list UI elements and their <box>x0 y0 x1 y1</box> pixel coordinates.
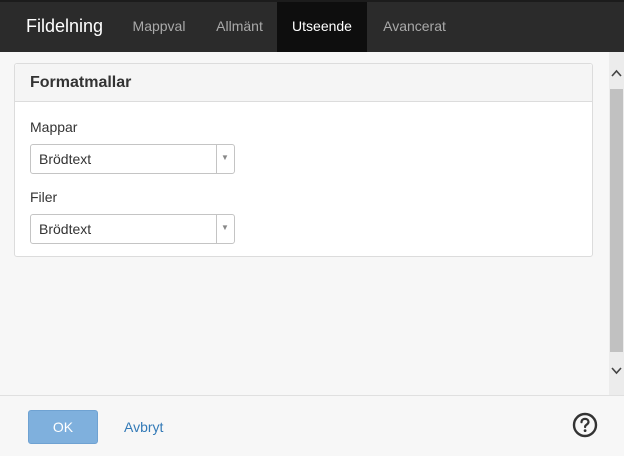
scrollbar-thumb[interactable] <box>610 89 623 352</box>
filer-select-value: Brödtext <box>39 221 92 237</box>
top-navigation-bar: Fildelning Mappval Allmänt Utseende Avan… <box>0 0 624 52</box>
mappar-label: Mappar <box>30 119 78 135</box>
chevron-down-icon: ▼ <box>221 153 229 162</box>
chevron-down-icon: ▼ <box>221 223 229 232</box>
tab-utseende[interactable]: Utseende <box>277 2 367 52</box>
app-title: Fildelning <box>26 16 104 36</box>
vertical-scrollbar[interactable] <box>609 52 624 395</box>
panel-title: Formatmallar <box>30 74 132 91</box>
filer-select[interactable]: Brödtext ▼ <box>30 214 235 244</box>
question-circle-icon[interactable] <box>572 412 598 438</box>
scroll-down-arrow-icon[interactable] <box>610 364 623 378</box>
tab-allmant[interactable]: Allmänt <box>202 2 277 52</box>
scroll-up-arrow-icon[interactable] <box>610 66 623 80</box>
select-divider <box>216 215 217 243</box>
mappar-select-value: Brödtext <box>39 151 92 167</box>
cancel-link[interactable]: Avbryt <box>124 419 163 435</box>
formatmallar-panel: Formatmallar Mappar Brödtext ▼ Filer Brö… <box>14 63 593 257</box>
mappar-select[interactable]: Brödtext ▼ <box>30 144 235 174</box>
panel-header: Formatmallar <box>15 64 592 102</box>
ok-button[interactable]: OK <box>28 410 98 444</box>
tab-avancerat[interactable]: Avancerat <box>367 2 462 52</box>
select-divider <box>216 145 217 173</box>
content-area: Formatmallar Mappar Brödtext ▼ Filer Brö… <box>0 52 609 395</box>
filer-label: Filer <box>30 189 58 205</box>
tab-mappval[interactable]: Mappval <box>118 2 200 52</box>
dialog-footer: OK Avbryt <box>0 395 624 456</box>
